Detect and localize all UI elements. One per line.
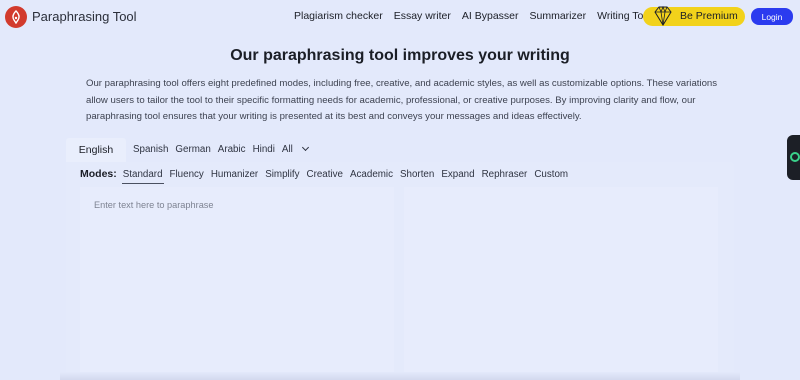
nav-summarizer[interactable]: Summarizer — [530, 10, 587, 22]
nav-ai-bypasser[interactable]: AI Bypasser — [462, 10, 519, 22]
tab-all-label: All — [281, 144, 293, 155]
mode-humanizer[interactable]: Humanizer — [211, 169, 258, 180]
premium-label: Be Premium — [680, 10, 738, 22]
nav-plagiarism-checker[interactable]: Plagiarism checker — [294, 10, 383, 22]
mode-rephraser[interactable]: Rephraser — [482, 169, 528, 180]
page-description: Our paraphrasing tool offers eight prede… — [86, 78, 718, 122]
tab-english[interactable]: English — [66, 138, 126, 162]
mode-expand[interactable]: Expand — [441, 169, 474, 180]
language-tabs: English Spanish German Arabic Hindi All — [66, 138, 734, 162]
modes-label: Modes: — [80, 168, 117, 180]
brand-name[interactable]: Paraphrasing Tool — [32, 9, 137, 24]
main-nav: Plagiarism checker Essay writer AI Bypas… — [294, 10, 668, 22]
mode-simplify[interactable]: Simplify — [265, 169, 299, 180]
be-premium-button[interactable]: Be Premium — [643, 5, 745, 26]
login-button[interactable]: Login — [751, 8, 793, 25]
mode-custom[interactable]: Custom — [534, 169, 568, 180]
mode-standard[interactable]: Standard — [121, 169, 164, 184]
chevron-down-icon — [301, 143, 309, 152]
mode-fluency[interactable]: Fluency — [170, 169, 204, 180]
output-text-box — [404, 187, 718, 380]
editor-panel: Modes: Standard Fluency Humanizer Simpli… — [66, 162, 734, 380]
nav-essay-writer[interactable]: Essay writer — [394, 10, 451, 22]
panel-bottom-edge — [60, 372, 740, 380]
pen-nib-icon[interactable] — [5, 6, 27, 28]
tab-spanish[interactable]: Spanish — [133, 144, 168, 155]
mode-creative[interactable]: Creative — [307, 169, 343, 180]
side-chat-widget[interactable] — [787, 135, 800, 180]
tab-arabic[interactable]: Arabic — [218, 144, 246, 155]
mode-shorten[interactable]: Shorten — [400, 169, 434, 180]
mode-academic[interactable]: Academic — [350, 169, 393, 180]
paraphrase-input[interactable] — [94, 200, 384, 210]
input-text-box[interactable] — [80, 187, 394, 380]
tab-all-dropdown[interactable]: All — [281, 143, 309, 155]
diamond-icon — [654, 5, 672, 26]
language-list: Spanish German Arabic Hindi All — [133, 143, 315, 155]
tab-german[interactable]: German — [175, 144, 210, 155]
tab-hindi[interactable]: Hindi — [253, 144, 275, 155]
modes-bar: Modes: Standard Fluency Humanizer Simpli… — [80, 168, 575, 184]
page-title: Our paraphrasing tool improves your writ… — [230, 47, 570, 64]
chat-icon — [790, 152, 800, 162]
top-header: Paraphrasing Tool Plagiarism checker Ess… — [0, 0, 800, 34]
